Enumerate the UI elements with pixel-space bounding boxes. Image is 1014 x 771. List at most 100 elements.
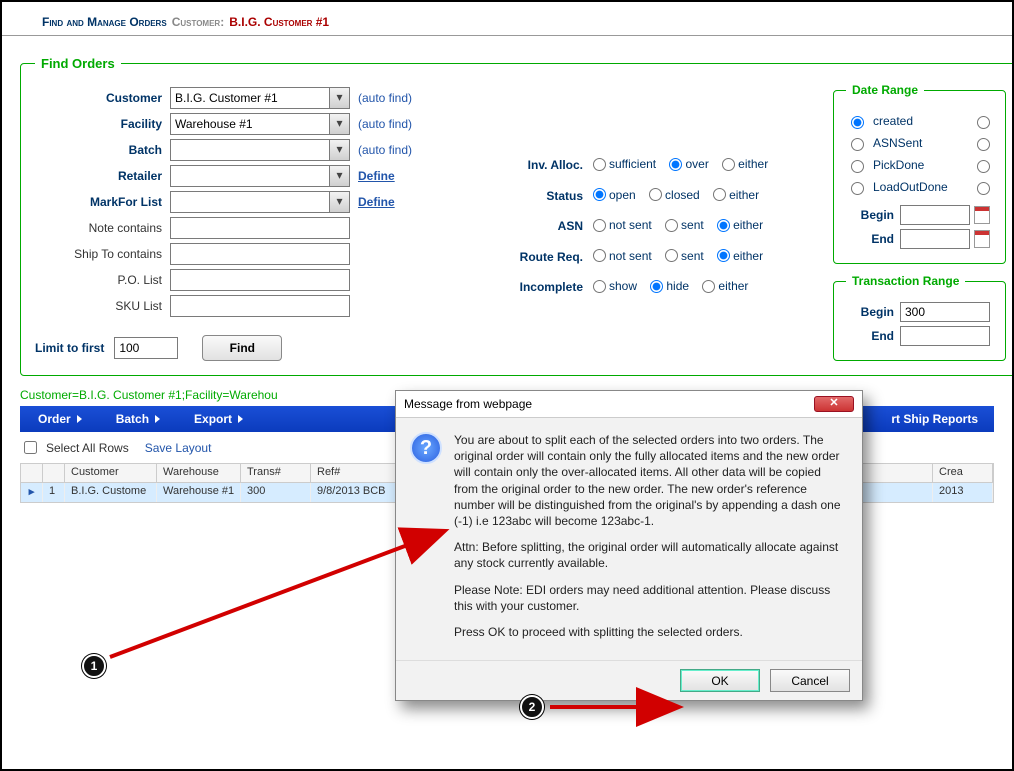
incomp-opt-show[interactable]: show	[593, 279, 637, 293]
route-opt-either[interactable]: either	[717, 249, 763, 263]
message-dialog: Message from webpage ✕ ? You are about t…	[395, 390, 863, 701]
menu-export[interactable]: Export	[176, 412, 259, 426]
incomp-opt-either[interactable]: either	[702, 279, 748, 293]
calendar-icon[interactable]	[974, 230, 990, 248]
retailer-input[interactable]	[170, 165, 330, 187]
route-label: Route Req.	[483, 250, 593, 264]
cell-idx: 1	[43, 483, 65, 502]
route-opt-notsent[interactable]: not sent	[593, 249, 652, 263]
shipto-input[interactable]	[170, 243, 350, 265]
menu-ship-reports[interactable]: rt Ship Reports	[873, 412, 994, 426]
limit-label: Limit to first	[35, 341, 104, 355]
limit-input[interactable]	[114, 337, 178, 359]
status-opt-closed[interactable]: closed	[649, 188, 700, 202]
date-end-input[interactable]	[900, 229, 970, 249]
date-extra-radio-4[interactable]	[972, 179, 993, 195]
polist-input[interactable]	[170, 269, 350, 291]
date-opt-pickdone[interactable]: PickDone	[846, 157, 948, 173]
batch-dropdown[interactable]: ▾	[330, 139, 350, 161]
note-field-label: Note contains	[35, 221, 170, 235]
select-all-rows[interactable]: Select All Rows	[20, 438, 129, 457]
find-legend: Find Orders	[35, 56, 121, 71]
trans-range-fieldset: Transaction Range Begin End	[833, 274, 1006, 361]
asn-label: ASN	[483, 219, 593, 233]
question-icon: ?	[410, 432, 442, 464]
date-extra-radio-3[interactable]	[972, 157, 993, 173]
invalloc-opt-either[interactable]: either	[722, 157, 768, 171]
chevron-right-icon	[238, 415, 243, 423]
date-extra-radio-1[interactable]	[972, 113, 993, 129]
note-input[interactable]	[170, 217, 350, 239]
date-opt-asnsent[interactable]: ASNSent	[846, 135, 948, 151]
asn-opt-sent[interactable]: sent	[665, 218, 704, 232]
menu-order[interactable]: Order	[20, 412, 98, 426]
date-begin-label: Begin	[846, 208, 894, 222]
annotation-marker-1: 1	[82, 654, 106, 678]
status-label: Status	[483, 189, 593, 203]
calendar-icon[interactable]	[974, 206, 990, 224]
date-end-label: End	[846, 232, 894, 246]
facility-field-label: Facility	[35, 117, 170, 131]
incomplete-label: Incomplete	[483, 280, 593, 294]
trans-begin-input[interactable]	[900, 302, 990, 322]
retailer-define-link[interactable]: Define	[358, 169, 395, 183]
markfor-field-label: MarkFor List	[35, 195, 170, 209]
customer-name: B.I.G. Customer #1	[229, 15, 329, 29]
date-extra-radio-2[interactable]	[972, 135, 993, 151]
customer-field-label: Customer	[35, 91, 170, 105]
date-opt-loadoutdone[interactable]: LoadOutDone	[846, 179, 948, 195]
col-customer[interactable]: Customer	[65, 464, 157, 482]
date-opt-created[interactable]: created	[846, 113, 948, 129]
batch-input[interactable]	[170, 139, 330, 161]
markfor-define-link[interactable]: Define	[358, 195, 395, 209]
markfor-dropdown[interactable]: ▾	[330, 191, 350, 213]
col-expander	[21, 464, 43, 482]
cancel-button[interactable]: Cancel	[770, 669, 850, 692]
trans-begin-label: Begin	[846, 305, 894, 319]
find-fieldset: Find Orders Customer ▾ (auto find) Facil…	[20, 56, 1014, 376]
dialog-paragraph-1: You are about to split each of the selec…	[454, 432, 846, 529]
status-opt-either[interactable]: either	[713, 188, 759, 202]
batch-field-label: Batch	[35, 143, 170, 157]
retailer-dropdown[interactable]: ▾	[330, 165, 350, 187]
col-crea[interactable]: Crea	[933, 464, 993, 482]
trans-range-legend: Transaction Range	[846, 274, 965, 288]
retailer-field-label: Retailer	[35, 169, 170, 183]
incomp-opt-hide[interactable]: hide	[650, 279, 689, 293]
trans-end-input[interactable]	[900, 326, 990, 346]
asn-opt-notsent[interactable]: not sent	[593, 218, 652, 232]
facility-input[interactable]	[170, 113, 330, 135]
dialog-paragraph-4: Press OK to proceed with splitting the s…	[454, 624, 846, 640]
ok-button[interactable]: OK	[680, 669, 760, 692]
find-button[interactable]: Find	[202, 335, 282, 361]
date-begin-input[interactable]	[900, 205, 970, 225]
invalloc-label: Inv. Alloc.	[483, 158, 593, 172]
facility-dropdown[interactable]: ▾	[330, 113, 350, 135]
date-range-fieldset: Date Range created ASNSent PickDone Load…	[833, 83, 1006, 264]
dialog-paragraph-2: Attn: Before splitting, the original ord…	[454, 539, 846, 571]
customer-input[interactable]	[170, 87, 330, 109]
cell-customer: B.I.G. Custome	[65, 483, 157, 502]
date-range-legend: Date Range	[846, 83, 924, 97]
col-trans[interactable]: Trans#	[241, 464, 311, 482]
dialog-paragraph-3: Please Note: EDI orders may need additio…	[454, 582, 846, 614]
chevron-right-icon	[77, 415, 82, 423]
menu-batch[interactable]: Batch	[98, 412, 176, 426]
col-warehouse[interactable]: Warehouse	[157, 464, 241, 482]
facility-autofind-link[interactable]: (auto find)	[358, 117, 412, 131]
customer-autofind-link[interactable]: (auto find)	[358, 91, 412, 105]
skulist-input[interactable]	[170, 295, 350, 317]
batch-autofind-link[interactable]: (auto find)	[358, 143, 412, 157]
status-opt-open[interactable]: open	[593, 188, 636, 202]
annotation-marker-2: 2	[520, 695, 544, 719]
row-expander-icon[interactable]: ▸	[21, 483, 43, 502]
save-layout-link[interactable]: Save Layout	[145, 441, 212, 455]
asn-opt-either[interactable]: either	[717, 218, 763, 232]
route-opt-sent[interactable]: sent	[665, 249, 704, 263]
invalloc-opt-sufficient[interactable]: sufficient	[593, 157, 656, 171]
markfor-input[interactable]	[170, 191, 330, 213]
dialog-close-button[interactable]: ✕	[814, 396, 854, 412]
customer-dropdown[interactable]: ▾	[330, 87, 350, 109]
invalloc-opt-over[interactable]: over	[669, 157, 708, 171]
chevron-right-icon	[155, 415, 160, 423]
